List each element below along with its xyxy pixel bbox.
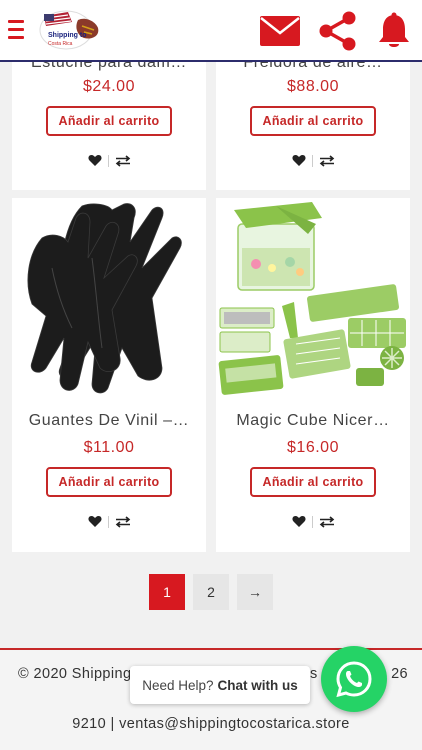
footer-contact[interactable]: 9210 | ventas@shippingtocostarica.store [0,716,422,732]
product-image-gloves[interactable] [12,198,206,398]
divider [311,154,313,167]
page: Shipping to Costa Rica Estuche para dam…… [0,0,422,750]
product-actions [12,515,206,528]
product-card: Estuche para dam… $24.00 Añadir al carri… [12,40,206,190]
divider [107,515,109,528]
divider [311,515,313,528]
product-name[interactable]: Magic Cube Nicer… [216,412,410,430]
footer-fragment: s [310,666,318,682]
compare-icon[interactable] [115,515,131,528]
product-card: Guantes De Vinil –… $11.00 Añadir al car… [12,198,206,552]
wishlist-heart-icon[interactable] [87,515,102,528]
product-price: $88.00 [287,78,339,95]
mail-icon[interactable] [260,16,300,51]
next-page-arrow-icon[interactable]: → [237,574,273,610]
chat-help-bubble[interactable]: Need Help? Chat with us [130,666,310,704]
footer-phone-start: 26 [391,666,408,682]
page-1-button[interactable]: 1 [149,574,185,610]
pagination: 1 2 → [0,574,422,610]
site-header: Shipping to Costa Rica [0,0,422,62]
product-price: $16.00 [287,439,339,456]
compare-icon[interactable] [115,154,131,167]
divider [107,154,109,167]
product-image-slicer[interactable] [216,198,410,398]
add-to-cart-button[interactable]: Añadir al carrito [46,467,172,497]
add-to-cart-button[interactable]: Añadir al carrito [250,106,376,136]
footer-copyright: © 2020 Shipping [18,666,132,682]
product-actions [216,154,410,167]
wishlist-heart-icon[interactable] [291,515,306,528]
page-2-button[interactable]: 2 [193,574,229,610]
svg-text:Shipping to: Shipping to [48,32,87,39]
add-to-cart-button[interactable]: Añadir al carrito [250,467,376,497]
share-icon[interactable] [318,10,358,57]
compare-icon[interactable] [319,515,335,528]
wishlist-heart-icon[interactable] [87,154,102,167]
help-prefix: Need Help? [142,677,214,693]
product-actions [216,515,410,528]
site-logo[interactable]: Shipping to Costa Rica [38,6,106,52]
menu-icon[interactable] [8,20,24,42]
help-chat-label: Chat with us [217,677,298,693]
svg-text:Costa Rica: Costa Rica [48,41,73,47]
product-price: $24.00 [83,78,135,95]
whatsapp-icon[interactable] [321,646,387,712]
compare-icon[interactable] [319,154,335,167]
product-name[interactable]: Guantes De Vinil –… [12,412,206,430]
product-card: Freidora de aire… $88.00 Añadir al carri… [216,40,410,190]
product-card: Magic Cube Nicer… $16.00 Añadir al carri… [216,198,410,552]
product-price: $11.00 [83,439,135,456]
product-actions [12,154,206,167]
wishlist-heart-icon[interactable] [291,154,306,167]
bell-icon[interactable] [377,12,411,55]
add-to-cart-button[interactable]: Añadir al carrito [46,106,172,136]
